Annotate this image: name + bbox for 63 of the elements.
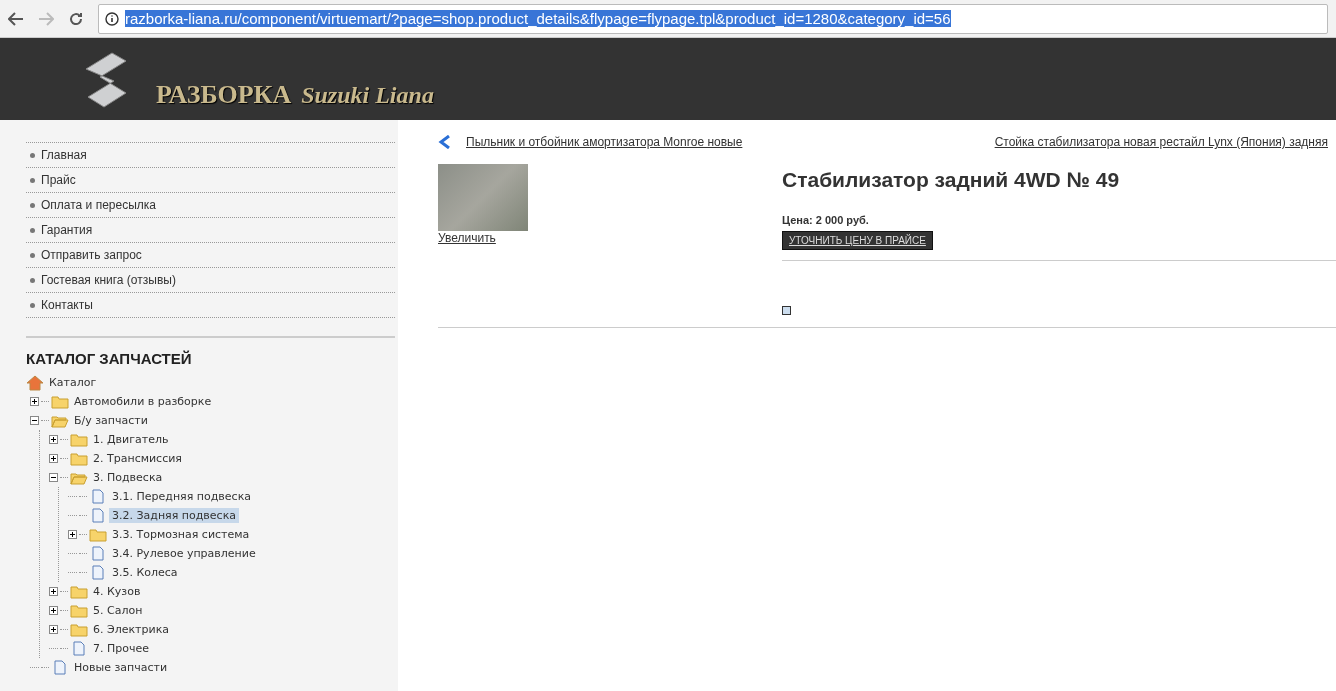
document-icon [73, 641, 85, 656]
folder-icon [70, 622, 88, 637]
tree-item[interactable]: 2. Трансмиссия [90, 451, 185, 466]
expand-icon[interactable] [49, 625, 58, 634]
tree-item[interactable]: 1. Двигатель [90, 432, 172, 447]
tree-item[interactable]: Б/у запчасти [71, 413, 151, 428]
tree-item[interactable]: Новые запчасти [71, 660, 171, 675]
site-title: РАЗБОРКА [156, 80, 292, 109]
reload-icon[interactable] [68, 10, 84, 27]
expand-icon[interactable] [30, 397, 39, 406]
next-product-link[interactable]: Стойка стабилизатора новая рестайл Lynx (Япония) задняя [994, 135, 1328, 149]
tree-item[interactable]: 3. Подвеска [90, 470, 166, 485]
product-price: Цена: 2 000 руб. [782, 214, 870, 226]
expand-icon[interactable] [49, 606, 58, 615]
collapse-icon[interactable] [30, 416, 39, 425]
info-icon[interactable] [105, 11, 119, 26]
menu-link[interactable]: Гостевая книга (отзывы) [26, 268, 395, 293]
menu-link[interactable]: Главная [26, 143, 395, 168]
folder-icon [70, 451, 88, 466]
tree-item[interactable]: 6. Электрика [90, 622, 173, 637]
expand-icon[interactable] [49, 435, 58, 444]
tree-item[interactable]: 3.5. Колеса [109, 565, 181, 580]
tree-item[interactable]: 7. Прочее [90, 641, 152, 656]
menu-link[interactable]: Гарантия [26, 218, 395, 243]
enlarge-link[interactable]: Увеличить [438, 231, 496, 245]
document-icon [92, 546, 104, 561]
house-icon [26, 374, 44, 391]
site-subtitle: Suzuki Liana [301, 82, 434, 108]
open-folder-icon [51, 413, 69, 428]
folder-icon [70, 584, 88, 599]
tree-item[interactable]: 3.4. Рулевое управление [109, 546, 259, 561]
document-icon [92, 508, 104, 523]
catalog-heading: КАТАЛОГ ЗАПЧАСТЕЙ [26, 350, 193, 367]
price-button[interactable]: УТОЧНИТЬ ЦЕНУ В ПРАЙСЕ [782, 231, 933, 250]
product-title: Стабилизатор задний 4WD № 49 [782, 168, 1121, 192]
collapse-icon[interactable] [49, 473, 58, 482]
menu-link[interactable]: Прайс [26, 168, 395, 193]
document-icon [92, 565, 104, 580]
open-folder-icon [70, 470, 88, 485]
square-icon [782, 306, 791, 315]
tree-item[interactable]: 3.2. Задняя подвеска [109, 508, 240, 523]
tree-item[interactable]: 3.3. Тормозная система [109, 527, 253, 542]
folder-icon [89, 527, 107, 542]
tree-item[interactable]: 3.1. Передняя подвеска [109, 489, 254, 504]
url-text: razborka-liana.ru/component/virtuemart/?page=shop.product_details&flypage=flypage.tpl&product_id=1280&category_id=56 [125, 10, 951, 27]
tree-root[interactable]: Каталог [46, 375, 100, 390]
address-bar[interactable]: razborka-liana.ru/component/virtuemart/?page=shop.product_details&flypage=flypage.tpl&product_id=1280&category_id=56 [98, 3, 1328, 34]
menu-link[interactable]: Отправить запрос [26, 243, 395, 268]
expand-icon[interactable] [49, 587, 58, 596]
document-icon [92, 489, 104, 504]
folder-icon [70, 603, 88, 618]
document-icon [54, 660, 66, 675]
expand-icon[interactable] [68, 530, 77, 539]
back-icon[interactable] [8, 11, 24, 26]
tree-item[interactable]: 5. Салон [90, 603, 146, 618]
previous-product-link[interactable]: Пыльник и отбойник амортизатора Monroe новые [466, 135, 743, 149]
tree-item[interactable]: 4. Кузов [90, 584, 144, 599]
menu-link[interactable]: Оплата и пересылка [26, 193, 395, 218]
expand-icon[interactable] [49, 454, 58, 463]
menu-link[interactable]: Контакты [26, 293, 395, 318]
tree-item[interactable]: Автомобили в разборке [71, 394, 215, 409]
folder-icon [51, 394, 69, 409]
folder-icon [70, 432, 88, 447]
